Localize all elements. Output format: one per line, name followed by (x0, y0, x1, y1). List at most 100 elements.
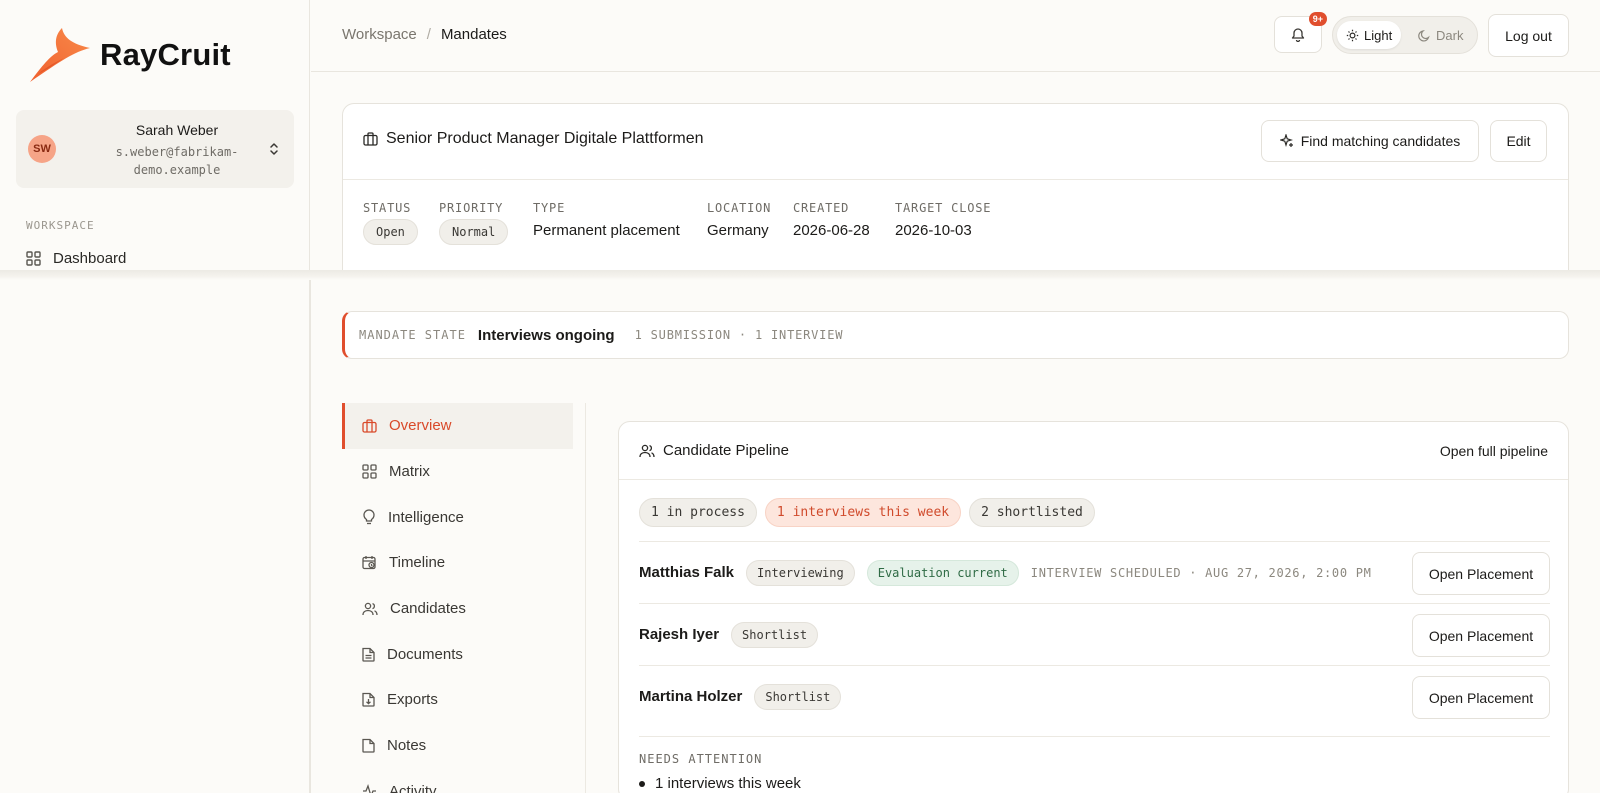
users-icon (639, 444, 655, 457)
candidate-name[interactable]: Martina Holzer (639, 688, 742, 705)
pipeline-header: Candidate Pipeline (639, 442, 789, 459)
candidate-row: Matthias Falk Interviewing Evaluation cu… (639, 541, 1550, 603)
theme-dark-label: Dark (1436, 27, 1464, 43)
sidebar-border (310, 280, 311, 793)
find-matching-candidates-button[interactable]: Find matching candidates (1261, 120, 1479, 162)
subnav-label: Activity (389, 782, 437, 793)
subnav-activity[interactable]: Activity (342, 769, 573, 793)
sidebar-section-label: WORKSPACE (26, 219, 95, 232)
candidate-row: Martina Holzer Shortlist Open Placement (639, 665, 1550, 727)
breadcrumb-separator: / (426, 26, 431, 43)
logout-button[interactable]: Log out (1488, 14, 1569, 57)
candidate-row: Rajesh Iyer Shortlist Open Placement (639, 603, 1550, 665)
notification-count-badge: 9+ (1308, 12, 1327, 26)
theme-light-option[interactable]: Light (1337, 21, 1402, 49)
subnav-intelligence[interactable]: Intelligence (342, 494, 573, 540)
meta-target-close-value: 2026-10-03 (895, 222, 972, 239)
file-icon (362, 739, 375, 753)
chevron-up-down-icon (270, 143, 278, 155)
candidate-name[interactable]: Rajesh Iyer (639, 626, 719, 643)
meta-location-label: LOCATION (707, 201, 772, 215)
brand-name: RayCruit (100, 37, 231, 72)
bell-icon (1291, 28, 1305, 42)
sidebar-item-label: Dashboard (53, 250, 127, 267)
candidate-pipeline-card: Candidate Pipeline Open full pipeline 1 … (618, 421, 1569, 793)
subnav-label: Timeline (389, 554, 446, 572)
user-switcher[interactable]: SW Sarah Weber s.weber@fabrikam-demo.exa… (16, 110, 294, 188)
avatar: SW (28, 135, 56, 163)
edit-button[interactable]: Edit (1490, 120, 1547, 162)
meta-priority-label: PRIORITY (439, 201, 504, 215)
subnav-candidates[interactable]: Candidates (342, 586, 573, 632)
top-bar: Workspace / Mandates 9+ Light Dark Log o… (311, 0, 1600, 72)
theme-dark-option[interactable]: Dark (1409, 21, 1472, 49)
subnav-notes[interactable]: Notes (342, 723, 573, 769)
meta-location: LOCATION Germany (707, 201, 771, 239)
subnav-label: Matrix (389, 463, 430, 481)
open-full-pipeline-link[interactable]: Open full pipeline (1440, 443, 1548, 459)
meta-created: CREATED 2026-06-28 (793, 201, 870, 239)
mandate-header-card: Senior Product Manager Digitale Plattfor… (342, 103, 1569, 273)
mandate-state-bar: MANDATE STATE Interviews ongoing 1 SUBMI… (342, 311, 1569, 359)
find-matching-label: Find matching candidates (1300, 133, 1461, 149)
subnav-label: Notes (387, 737, 427, 755)
meta-priority: PRIORITY Normal (439, 201, 509, 245)
subnav-timeline[interactable]: Timeline (342, 540, 573, 586)
meta-status: STATUS Open (363, 201, 418, 245)
meta-created-value: 2026-06-28 (793, 222, 870, 239)
divider (343, 179, 1568, 180)
open-placement-button[interactable]: Open Placement (1412, 552, 1550, 595)
user-email: s.weber@fabrikam-demo.example (115, 145, 239, 177)
subnav-label: Documents (387, 645, 463, 663)
theme-light-label: Light (1364, 27, 1393, 43)
mandate-state-value: Interviews ongoing (477, 326, 615, 344)
pipeline-title: Candidate Pipeline (663, 442, 789, 459)
breadcrumb: Workspace / Mandates (342, 26, 507, 43)
meta-type-label: TYPE (533, 201, 566, 215)
activity-icon (363, 784, 376, 793)
candidate-stage-badge: Shortlist (731, 621, 819, 648)
sparkles-icon (1279, 134, 1293, 147)
status-badge: Open (363, 219, 418, 245)
chip-shortlisted: 2 shortlisted (969, 498, 1095, 527)
candidate-name[interactable]: Matthias Falk (639, 564, 734, 581)
divider (639, 736, 1550, 737)
mandate-title-text: Senior Product Manager Digitale Plattfor… (386, 130, 704, 147)
notifications-button[interactable]: 9+ (1274, 12, 1327, 53)
sidebar-item-dashboard[interactable]: Dashboard (26, 250, 126, 267)
subnav-label: Intelligence (388, 508, 464, 526)
meta-target-close: TARGET CLOSE 2026-10-03 (895, 201, 991, 239)
meta-target-close-label: TARGET CLOSE (895, 201, 992, 215)
briefcase-icon (362, 419, 377, 433)
user-name: Sarah Weber (135, 122, 219, 138)
priority-badge: Normal (439, 219, 509, 245)
needs-attention-item: 1 interviews this week (639, 775, 801, 792)
subnav-matrix[interactable]: Matrix (342, 449, 573, 495)
pipeline-summary-chips: 1 in process 1 interviews this week 2 sh… (639, 498, 1095, 527)
breadcrumb-current: Mandates (440, 26, 507, 43)
breadcrumb-workspace[interactable]: Workspace (342, 26, 417, 43)
open-placement-button[interactable]: Open Placement (1412, 676, 1550, 719)
subnav-exports[interactable]: Exports (342, 677, 573, 723)
subnav-label: Candidates (390, 600, 466, 618)
needs-attention-text: 1 interviews this week (655, 775, 801, 792)
sun-icon (1346, 29, 1359, 41)
brand-logo[interactable]: RayCruit (28, 26, 231, 84)
calendar-clock-icon (362, 556, 376, 570)
raycruit-logo-icon (30, 28, 90, 82)
subnav-documents[interactable]: Documents (342, 631, 573, 677)
subnav-label: Exports (387, 691, 438, 709)
needs-attention-label: NEEDS ATTENTION (639, 752, 763, 766)
candidate-stage-badge: Interviewing (746, 559, 855, 586)
document-icon (362, 647, 375, 662)
chip-in-process: 1 in process (639, 498, 757, 527)
theme-toggle: Light Dark (1332, 16, 1478, 54)
subnav-divider (585, 403, 586, 793)
divider (619, 479, 1568, 480)
moon-icon (1418, 29, 1430, 41)
open-placement-button[interactable]: Open Placement (1412, 614, 1550, 657)
candidate-note: INTERVIEW SCHEDULED · AUG 27, 2026, 2:00… (1030, 565, 1372, 580)
meta-status-label: STATUS (363, 201, 412, 215)
subnav-overview[interactable]: Overview (342, 403, 573, 449)
lightbulb-icon (363, 509, 375, 525)
